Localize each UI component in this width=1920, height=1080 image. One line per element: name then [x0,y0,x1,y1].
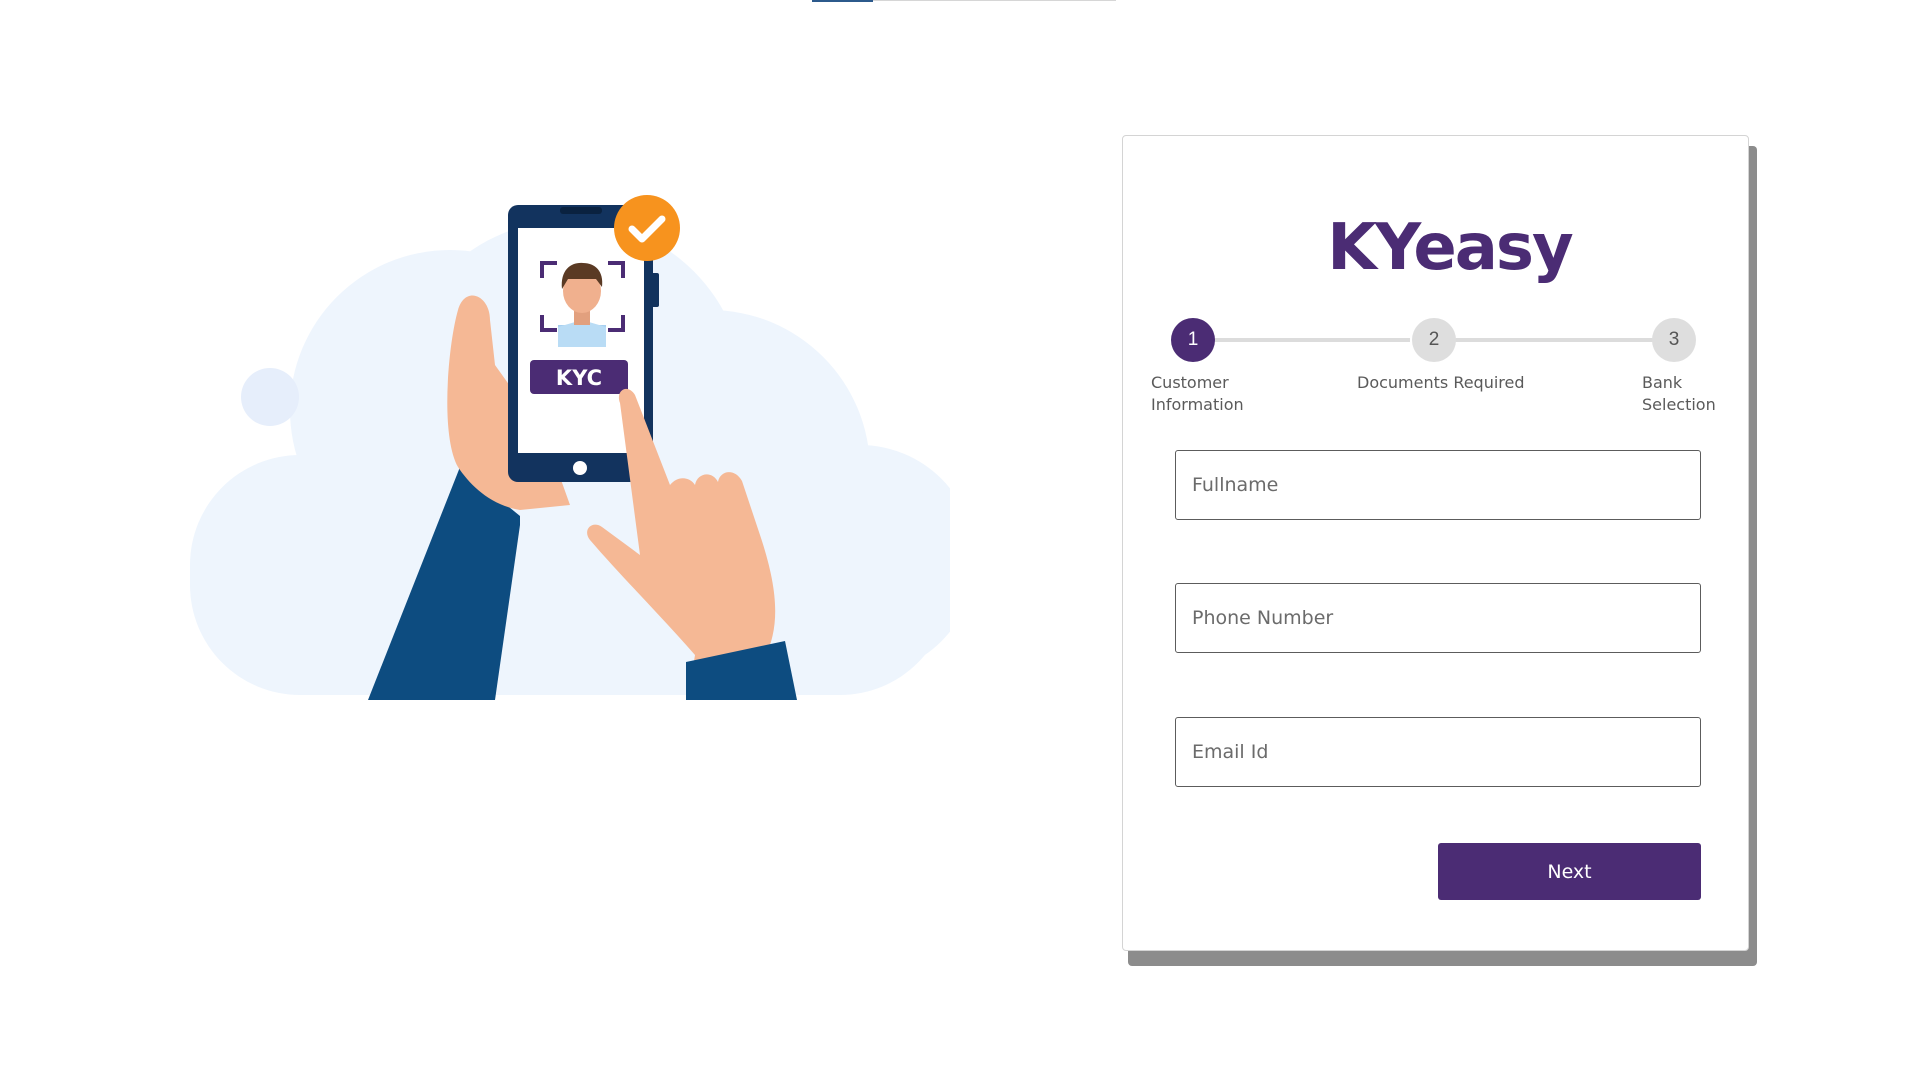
step-2-label-line1: Documents Required [1357,373,1525,392]
check-badge-icon [614,195,680,261]
stepper-connector [1454,338,1654,342]
top-tab-strip [812,0,1116,2]
active-tab-indicator [812,0,873,2]
fullname-input[interactable] [1175,450,1701,520]
step-1-label: Customer Information [1151,372,1244,416]
step-3-label-line1: Bank [1642,373,1683,392]
brand-container: KYeasy [1122,0,1749,280]
kyc-illustration: KYC [190,195,950,710]
progress-stepper: 1 2 3 Customer Information Documents Req… [1122,300,1749,420]
step-1-label-line2: Information [1151,395,1244,414]
cloud-base-cut [190,700,950,710]
brand-logo: KYeasy [1327,211,1573,285]
step-1-label-line1: Customer [1151,373,1229,392]
kyc-badge-text: KYC [556,366,602,390]
stepper-connector [1214,338,1410,342]
email-input[interactable] [1175,717,1701,787]
phone-number-input[interactable] [1175,583,1701,653]
step-2-indicator: 2 [1412,318,1456,362]
step-3-label: Bank Selection [1642,372,1716,416]
step-2-label: Documents Required [1357,372,1525,394]
step-3-indicator: 3 [1652,318,1696,362]
next-button[interactable]: Next [1438,843,1701,900]
small-bubble [241,368,299,426]
step-3-label-line2: Selection [1642,395,1716,414]
step-1-indicator: 1 [1171,318,1215,362]
